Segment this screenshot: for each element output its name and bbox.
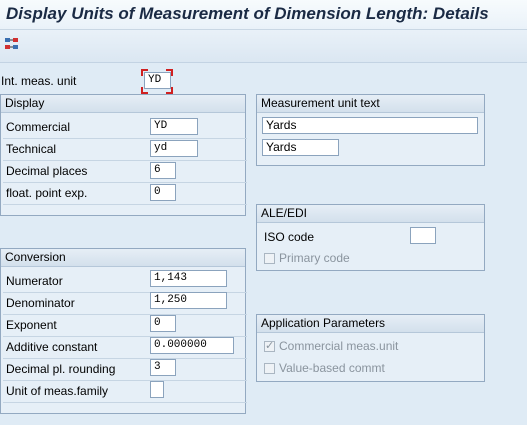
decimal-places-label: Decimal places <box>6 164 88 178</box>
technical-label: Technical <box>6 142 57 156</box>
decimal-places-input[interactable]: 6 <box>150 162 176 179</box>
int-meas-unit-input[interactable]: YD <box>144 72 171 89</box>
title-bar: Display Units of Measurement of Dimensio… <box>0 0 527 30</box>
unit-family-input[interactable] <box>150 381 164 398</box>
ale-edi-group: ALE/EDI ISO code Primary code <box>256 204 485 271</box>
short-text-input[interactable]: Yards <box>262 139 339 156</box>
exponent-label: Exponent <box>6 318 57 332</box>
commercial-input[interactable]: YD <box>150 118 198 135</box>
float-point-exp-label: float. point exp. <box>6 186 88 200</box>
exponent-input[interactable]: 0 <box>150 315 176 332</box>
float-point-exp-input[interactable]: 0 <box>150 184 176 201</box>
decimal-rounding-input[interactable]: 3 <box>150 359 176 376</box>
commercial-label: Commercial <box>6 120 71 134</box>
conversion-group: Conversion Numerator 1,143 Denominator 1… <box>0 248 247 414</box>
additive-constant-label: Additive constant <box>6 340 98 354</box>
conversion-group-title: Conversion <box>1 249 245 267</box>
value-based-commt-label: Value-based commt <box>279 361 385 375</box>
commercial-meas-unit-checkbox[interactable] <box>264 339 275 352</box>
value-based-commt-checkbox[interactable] <box>264 363 275 374</box>
int-meas-unit-label: Int. meas. unit <box>1 74 77 88</box>
technical-input[interactable]: yd <box>150 140 198 157</box>
numerator-label: Numerator <box>6 274 63 288</box>
measurement-unit-text-title: Measurement unit text <box>257 95 484 113</box>
page-title: Display Units of Measurement of Dimensio… <box>6 4 489 23</box>
decimal-rounding-label: Decimal pl. rounding <box>6 362 116 376</box>
denominator-input[interactable]: 1,250 <box>150 292 227 309</box>
unit-family-label: Unit of meas.family <box>6 384 109 398</box>
application-parameters-title: Application Parameters <box>257 315 484 333</box>
primary-code-checkbox[interactable] <box>264 253 275 264</box>
numerator-input[interactable]: 1,143 <box>150 270 227 287</box>
primary-code-label: Primary code <box>279 251 350 265</box>
long-text-input[interactable]: Yards <box>262 117 478 134</box>
application-toolbar <box>0 30 527 63</box>
display-group: Display Commercial YD Technical yd Decim… <box>0 94 247 216</box>
additive-constant-input[interactable]: 0.000000 <box>150 337 234 354</box>
denominator-label: Denominator <box>6 296 75 310</box>
commercial-meas-unit-label: Commercial meas.unit <box>279 339 399 353</box>
ale-edi-title: ALE/EDI <box>257 205 484 223</box>
iso-code-input[interactable] <box>410 227 436 244</box>
display-group-title: Display <box>1 95 245 113</box>
application-parameters-group: Application Parameters Commercial meas.u… <box>256 314 485 382</box>
measurement-unit-text-group: Measurement unit text Yards Yards <box>256 94 485 166</box>
transport-icon[interactable] <box>4 36 20 52</box>
iso-code-label: ISO code <box>264 230 315 244</box>
